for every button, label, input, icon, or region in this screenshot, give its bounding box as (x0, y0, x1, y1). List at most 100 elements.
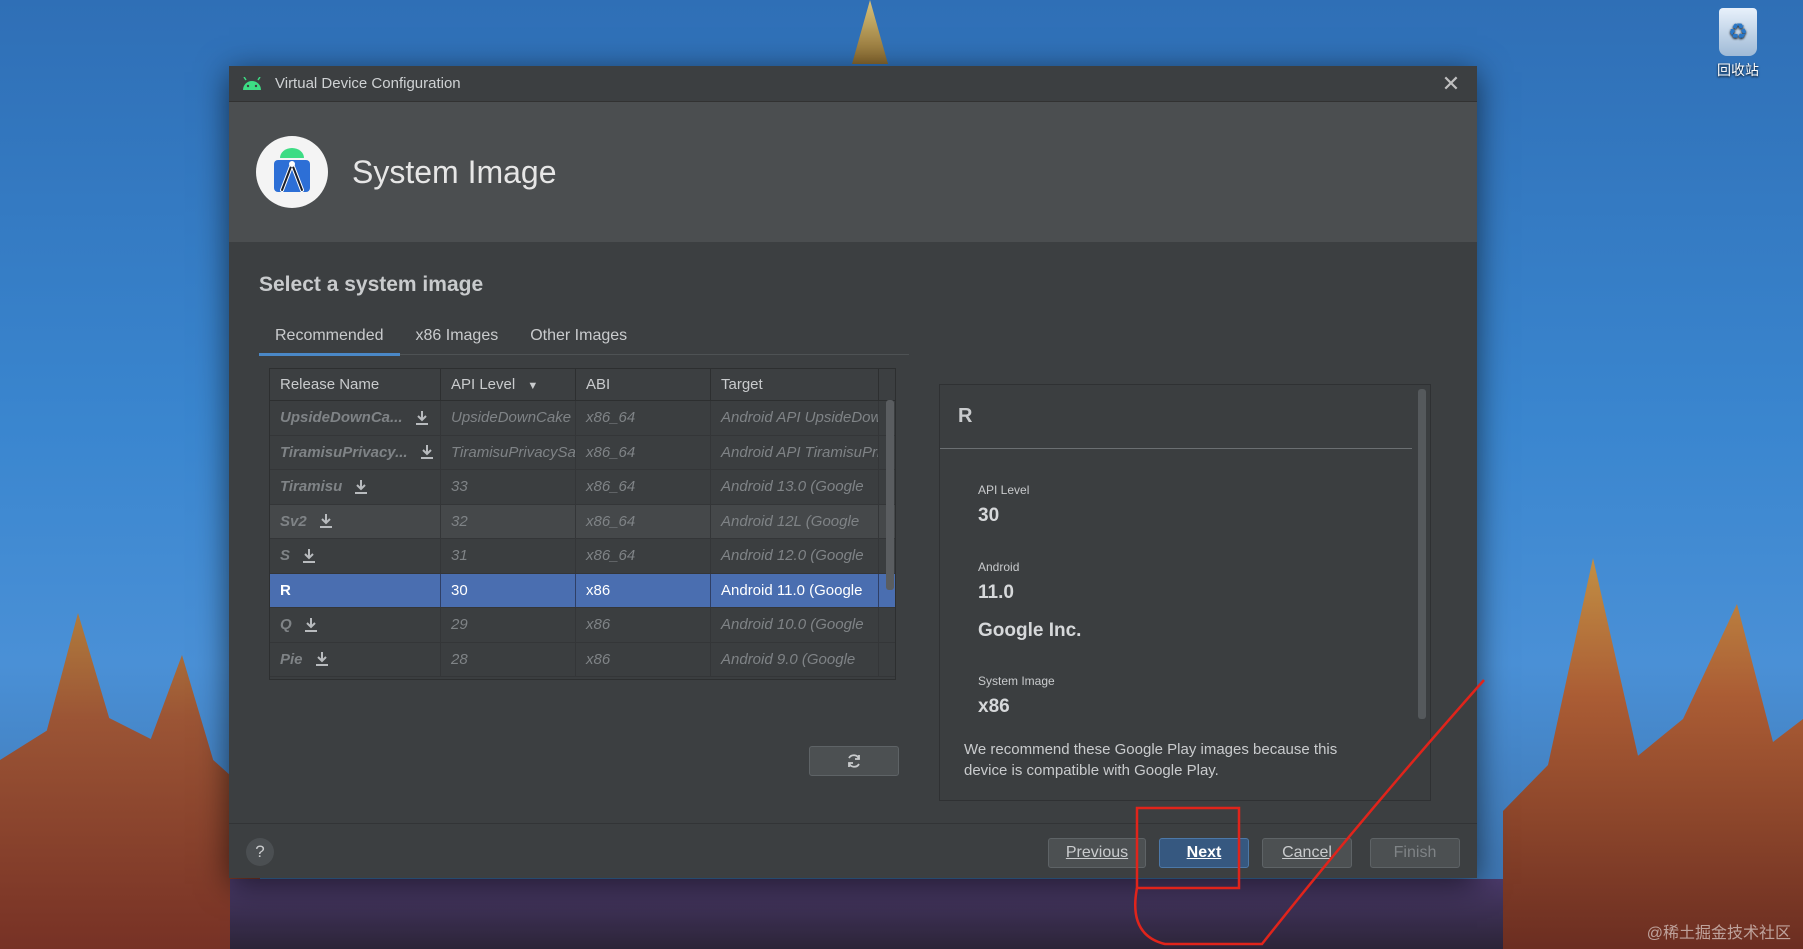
table-row[interactable]: S 31 x86_64 Android 12.0 (Google (270, 539, 895, 574)
release-name-text: R (280, 581, 291, 599)
row-release-name: S (270, 539, 441, 573)
row-api-level: UpsideDownCake (441, 401, 576, 435)
row-target: Android 10.0 (Google (711, 608, 879, 642)
row-api-level: 32 (441, 504, 576, 538)
refresh-button[interactable] (809, 746, 899, 776)
row-abi: x86_64 (576, 470, 711, 504)
temple-right (1503, 558, 1803, 949)
release-name-text: S (280, 547, 291, 565)
tab-other-images[interactable]: Other Images (514, 322, 643, 354)
page-title: System Image (352, 153, 557, 190)
table-scrollbar[interactable] (886, 400, 894, 590)
row-abi: x86_64 (576, 504, 711, 538)
cancel-button[interactable]: Cancel (1262, 838, 1352, 868)
system-image-value: x86 (978, 696, 1010, 717)
temple-left (0, 613, 260, 949)
dialog-title: Virtual Device Configuration (275, 75, 461, 92)
tab-recommended[interactable]: Recommended (259, 322, 400, 356)
help-button[interactable]: ? (246, 838, 274, 866)
release-name-text: Pie (280, 650, 303, 668)
row-abi: x86 (576, 608, 711, 642)
row-release-name: UpsideDownCa... (270, 401, 441, 435)
table-row[interactable]: R 30 x86 Android 11.0 (Google (270, 573, 895, 608)
row-abi: x86_64 (576, 401, 711, 435)
download-icon[interactable] (420, 444, 434, 460)
recycle-bin-shortcut[interactable]: ♻ 回收站 (1703, 8, 1773, 80)
row-abi: x86 (576, 642, 711, 676)
recycle-bin-label: 回收站 (1717, 62, 1759, 78)
row-release-name: R (270, 573, 441, 607)
refresh-icon (848, 754, 860, 768)
vendor-value: Google Inc. (978, 620, 1082, 641)
row-api-level: 33 (441, 470, 576, 504)
row-target: Android 11.0 (Google (711, 573, 879, 607)
detail-divider (940, 448, 1412, 449)
table-row[interactable]: Pie 28 x86 Android 9.0 (Google (270, 642, 895, 677)
row-target: Android 12L (Google (711, 504, 879, 538)
release-name-text: UpsideDownCa... (280, 409, 403, 427)
next-button[interactable]: Next (1159, 838, 1249, 868)
temple-base (230, 879, 1503, 949)
download-icon[interactable] (304, 617, 318, 633)
release-name-text: Q (280, 616, 292, 634)
table-body: UpsideDownCa... UpsideDownCake x86_64 Andro… (270, 401, 895, 677)
image-tabs: Recommended x86 Images Other Images (259, 322, 909, 356)
row-release-name: Sv2 (270, 504, 441, 538)
column-api-level[interactable]: API Level ▼ (441, 369, 576, 400)
download-icon[interactable] (415, 410, 429, 426)
column-api-level-label: API Level (451, 376, 516, 393)
column-abi[interactable]: ABI (576, 369, 711, 400)
download-icon[interactable] (315, 651, 329, 667)
recommendation-text: We recommend these Google Play images be… (964, 741, 1338, 779)
system-image-details: R API Level 30 Android 11.0 Google Inc. … (939, 384, 1431, 801)
row-abi: x86 (576, 573, 711, 607)
row-release-name: Q (270, 608, 441, 642)
download-icon[interactable] (302, 548, 316, 564)
android-studio-logo (256, 136, 328, 208)
download-icon[interactable] (319, 513, 333, 529)
table-row[interactable]: Q 29 x86 Android 10.0 (Google (270, 608, 895, 643)
temple-spire (852, 0, 888, 64)
section-title: Select a system image (259, 273, 484, 296)
table-row[interactable]: Tiramisu 33 x86_64 Android 13.0 (Google (270, 470, 895, 505)
column-release-name[interactable]: Release Name (270, 369, 441, 400)
close-icon[interactable]: ✕ (1437, 70, 1465, 98)
finish-button[interactable]: Finish (1370, 838, 1460, 868)
table-row[interactable]: Sv2 32 x86_64 Android 12L (Google (270, 504, 895, 539)
table-header: Release Name API Level ▼ ABI Target (270, 369, 895, 401)
release-name-text: TiramisuPrivacy... (280, 443, 408, 461)
row-abi: x86_64 (576, 435, 711, 469)
api-level-label: API Level (978, 483, 1030, 497)
dialog-footer: ? Previous Next Cancel Finish (229, 823, 1477, 878)
table-row[interactable]: TiramisuPrivacy... TiramisuPrivacySandbox… (270, 435, 895, 470)
previous-button[interactable]: Previous (1048, 838, 1146, 868)
column-target[interactable]: Target (711, 369, 879, 400)
dialog-body: Select a system image Recommended x86 Im… (229, 242, 1477, 834)
row-api-level: TiramisuPrivacySandbox (441, 435, 576, 469)
table-row[interactable]: UpsideDownCa... UpsideDownCake x86_64 Andro… (270, 401, 895, 436)
detail-scrollbar[interactable] (1418, 389, 1426, 719)
detail-title: R (958, 405, 973, 427)
watermark: @稀土掘金技术社区 (1646, 925, 1791, 942)
row-api-level: 30 (441, 573, 576, 607)
system-image-label: System Image (978, 674, 1055, 688)
row-release-name: TiramisuPrivacy... (270, 435, 441, 469)
row-abi: x86_64 (576, 539, 711, 573)
sort-descending-icon: ▼ (527, 380, 539, 392)
row-release-name: Tiramisu (270, 470, 441, 504)
dialog-titlebar: Virtual Device Configuration ✕ (229, 66, 1477, 102)
row-api-level: 28 (441, 642, 576, 676)
virtual-device-configuration-dialog: Virtual Device Configuration ✕ System Im… (229, 66, 1477, 878)
android-label: Android (978, 560, 1020, 574)
api-level-value: 30 (978, 505, 1000, 526)
row-api-level: 31 (441, 539, 576, 573)
tab-x86-images[interactable]: x86 Images (400, 322, 515, 354)
android-icon (243, 76, 261, 90)
android-version-value: 11.0 (978, 582, 1014, 603)
download-icon[interactable] (354, 479, 368, 495)
android-studio-icon (274, 148, 310, 192)
release-name-text: Sv2 (280, 512, 307, 530)
row-release-name: Pie (270, 642, 441, 676)
row-api-level: 29 (441, 608, 576, 642)
row-target: Android 12.0 (Google (711, 539, 879, 573)
